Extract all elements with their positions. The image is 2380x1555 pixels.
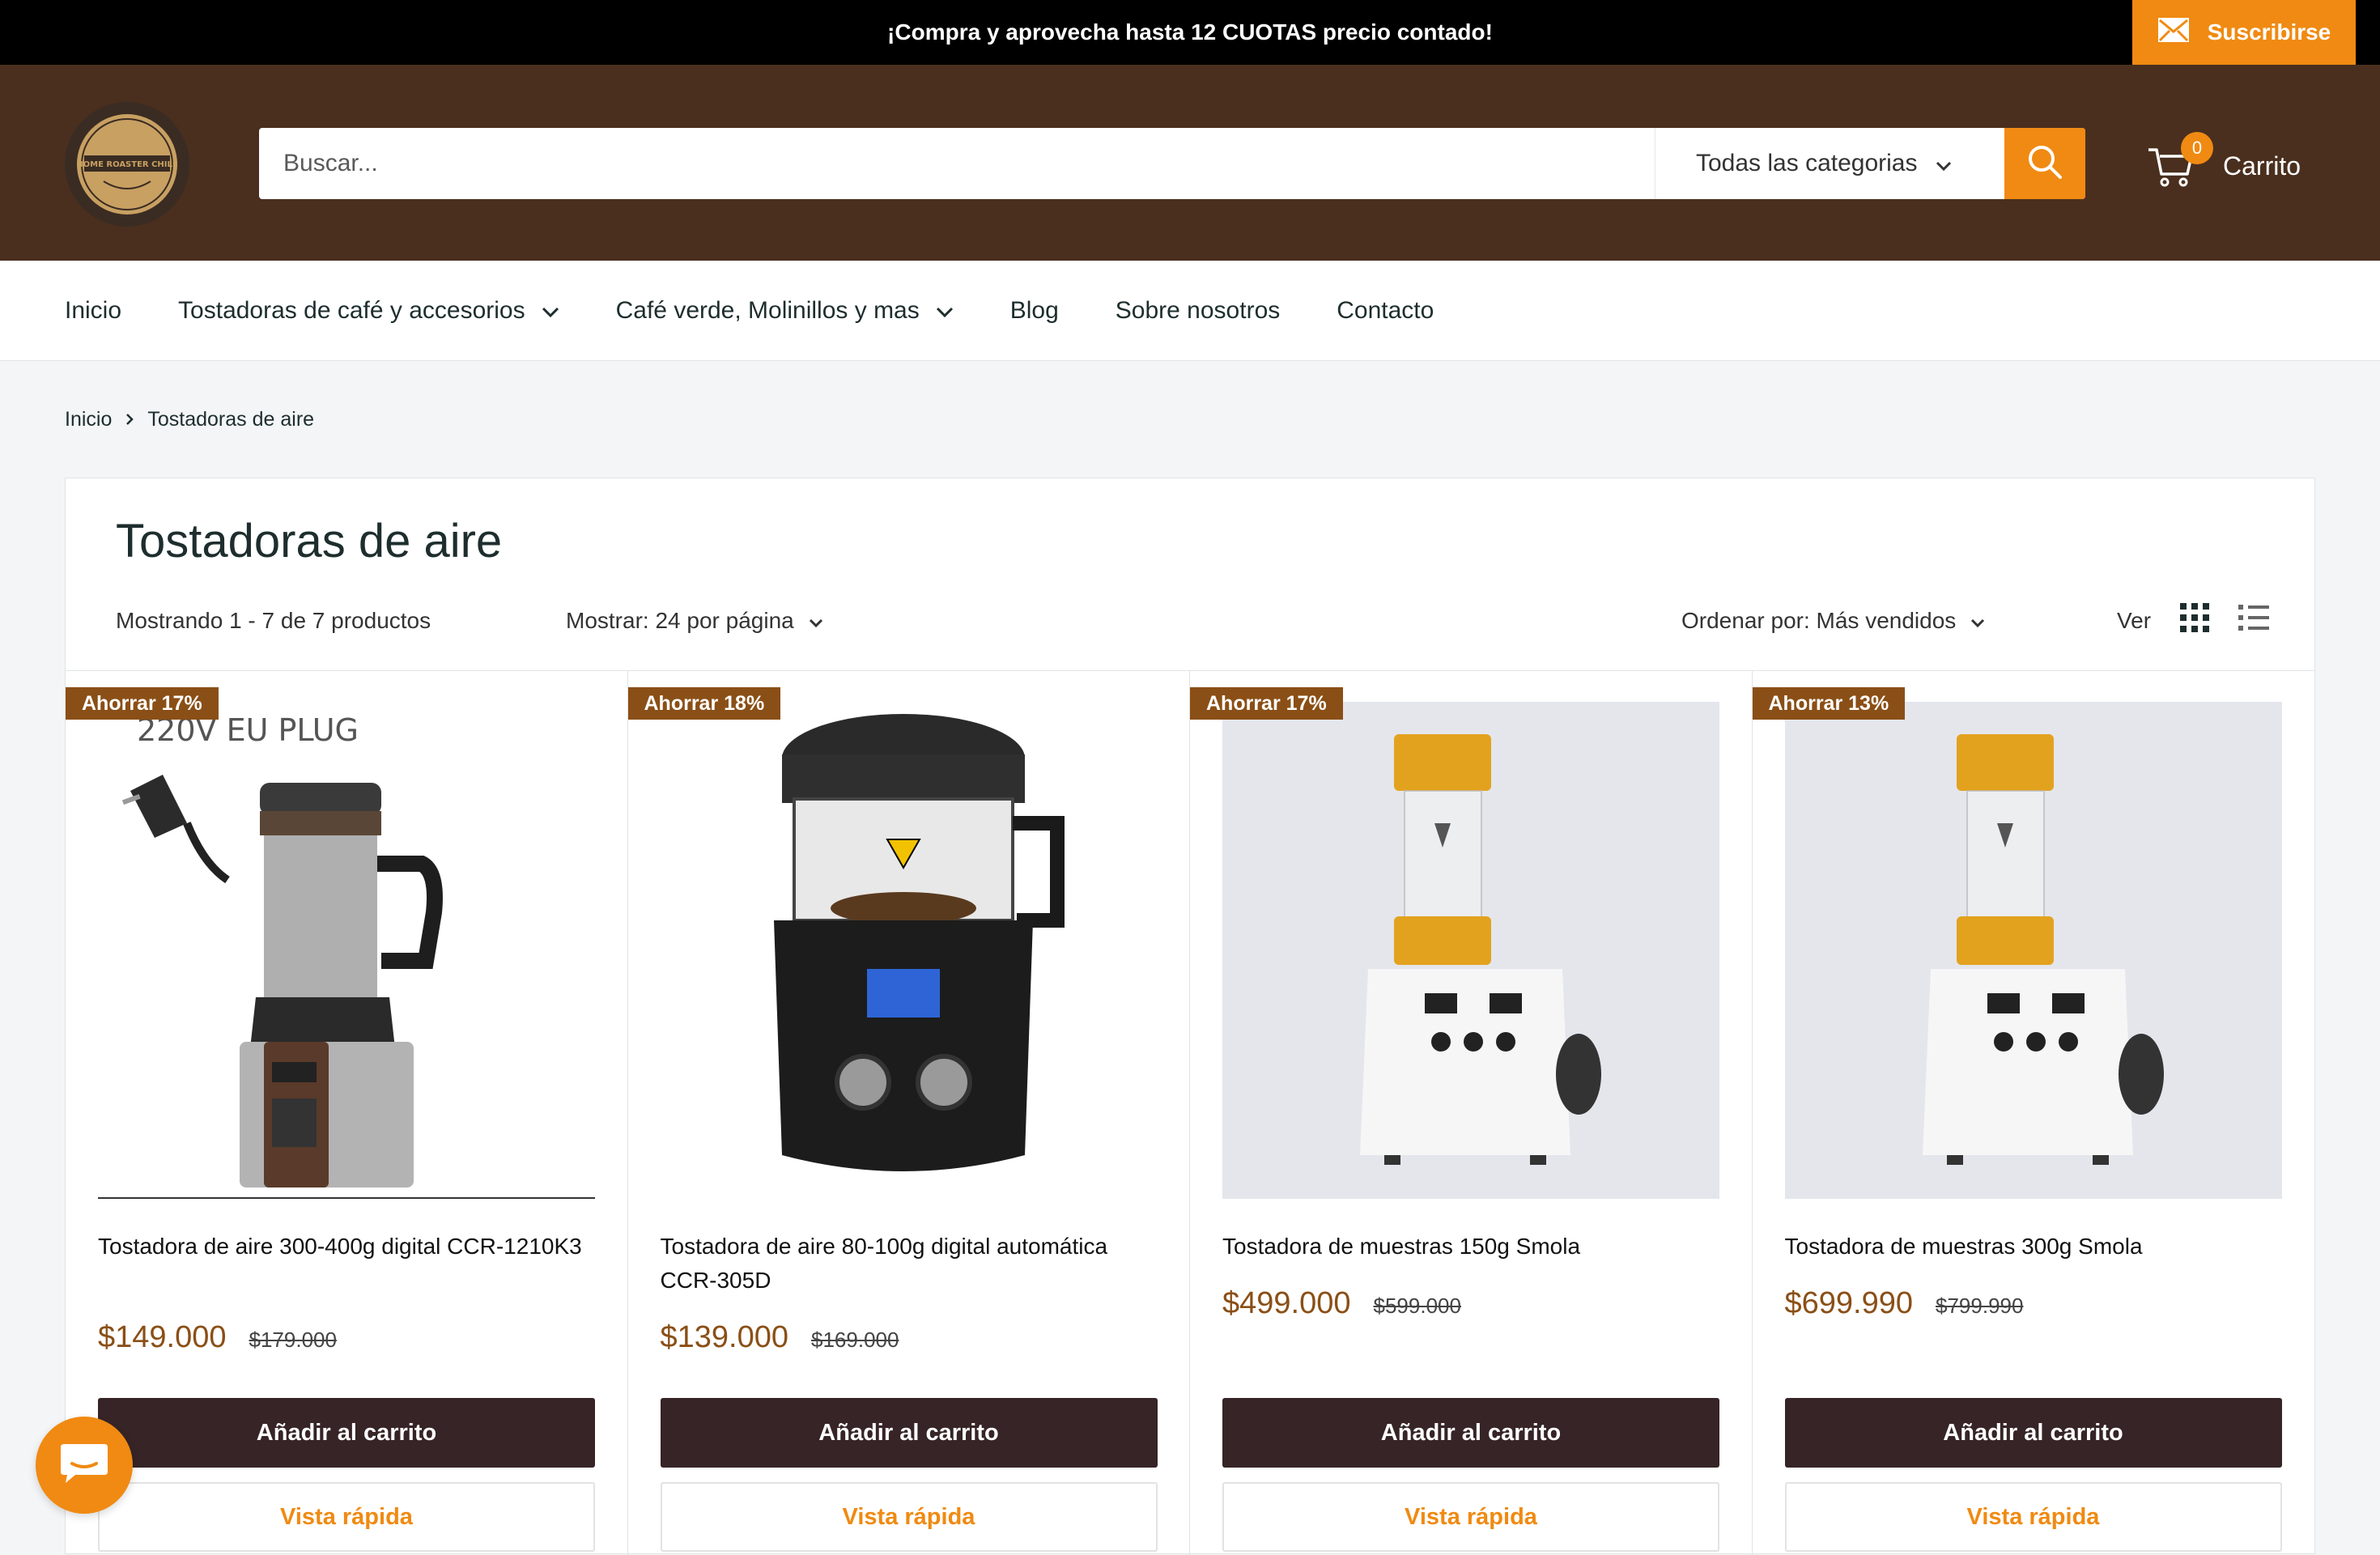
search-icon [2027, 144, 2063, 184]
discount-badge: Ahorrar 17% [1190, 687, 1343, 720]
nav-item-sobre-nosotros[interactable]: Sobre nosotros [1116, 297, 1280, 325]
cart-icon-wrap: 0 [2147, 132, 2213, 193]
search-bar: Todas las categorias [259, 128, 2085, 199]
product-image[interactable] [1784, 702, 2282, 1199]
nav-item-cafe-verde[interactable]: Café verde, Molinillos y mas [616, 297, 954, 325]
nav-item-label: Inicio [65, 297, 122, 324]
nav-item-label: Tostadoras de café y accesorios [178, 297, 525, 324]
product-image[interactable] [1222, 702, 1719, 1199]
product-title[interactable]: Tostadora de muestras 150g Smola [1222, 1230, 1719, 1264]
product-count: Mostrando 1 - 7 de 7 productos [116, 608, 431, 633]
product-title[interactable]: Tostadora de aire 300-400g digital CCR-1… [98, 1230, 595, 1264]
product-image[interactable]: 220V EU PLUG [98, 702, 595, 1199]
product-price: $149.000 [98, 1320, 227, 1354]
product-price: $139.000 [660, 1320, 789, 1354]
subscribe-button[interactable]: Suscribirse [2132, 0, 2356, 65]
add-to-cart-button[interactable]: Añadir al carrito [660, 1398, 1158, 1468]
per-page-label: Mostrar: 24 por página [566, 608, 794, 633]
nav-item-label: Blog [1009, 297, 1059, 324]
collection-header: Tostadoras de aire Mostrando 1 - 7 de 7 … [66, 478, 2314, 671]
price-row: $699.990 $799.990 [1785, 1286, 2024, 1321]
quick-view-button[interactable]: Vista rápida [98, 1482, 595, 1552]
chat-icon [59, 1441, 109, 1490]
product-grid: Ahorrar 17% 220V EU PLUG Tostadora de ai… [66, 671, 2314, 1555]
add-to-cart-button[interactable]: Añadir al carrito [98, 1398, 595, 1468]
nav-item-blog[interactable]: Blog [1010, 297, 1059, 325]
sort-select[interactable]: Ordenar por: Más vendidos [1681, 608, 1985, 634]
store-logo[interactable]: HOME ROASTER CHILE [63, 100, 191, 228]
grid-view-icon[interactable] [2180, 603, 2210, 638]
breadcrumb: Inicio Tostadoras de aire [65, 405, 314, 434]
announcement-text: ¡Compra y aprovecha hasta 12 CUOTAS prec… [887, 19, 1493, 45]
nav-item-label: Contacto [1337, 297, 1434, 324]
product-title[interactable]: Tostadora de muestras 300g Smola [1785, 1230, 2282, 1264]
logo-text: HOME ROASTER CHILE [76, 160, 178, 169]
product-card: Ahorrar 13% Tostadora de muestras 300g S… [1752, 671, 2315, 1555]
mail-icon [2157, 17, 2190, 49]
product-card: Ahorrar 17% 220V EU PLUG Tostadora de ai… [66, 671, 628, 1555]
nav-item-contacto[interactable]: Contacto [1337, 297, 1434, 325]
announcement-bar: ¡Compra y aprovecha hasta 12 CUOTAS prec… [0, 0, 2380, 65]
compare-price: $599.000 [1373, 1294, 1461, 1318]
sort-label: Ordenar por: Más vendidos [1681, 608, 1957, 633]
view-toggle: Ver [2117, 603, 2270, 638]
chevron-down-icon [809, 608, 823, 634]
breadcrumb-home-link[interactable]: Inicio [65, 408, 112, 431]
compare-price: $179.000 [249, 1328, 337, 1352]
search-button[interactable] [2004, 128, 2085, 199]
chevron-down-icon [1936, 150, 1952, 177]
chevron-down-icon [542, 297, 559, 325]
quick-view-button[interactable]: Vista rápida [660, 1482, 1158, 1552]
cart-icon [2147, 148, 2195, 193]
nav-item-label: Café verde, Molinillos y mas [615, 297, 920, 324]
collection-panel: Tostadoras de aire Mostrando 1 - 7 de 7 … [65, 478, 2315, 1555]
chevron-down-icon [936, 297, 954, 325]
cart-count-badge: 0 [2181, 132, 2213, 164]
product-price: $499.000 [1222, 1286, 1351, 1320]
cart-label: Carrito [2223, 151, 2301, 181]
category-label: Todas las categorias [1696, 150, 1918, 176]
view-label: Ver [2117, 607, 2152, 633]
price-row: $139.000 $169.000 [661, 1320, 899, 1355]
breadcrumb-current: Tostadoras de aire [147, 407, 315, 431]
search-input[interactable] [283, 128, 1579, 199]
product-price: $699.990 [1784, 1286, 1914, 1320]
price-row: $149.000 $179.000 [98, 1320, 337, 1355]
per-page-select[interactable]: Mostrar: 24 por página [566, 608, 823, 634]
product-title[interactable]: Tostadora de aire 80-100g digital automá… [661, 1230, 1158, 1298]
nav-item-inicio[interactable]: Inicio [65, 297, 121, 325]
category-select[interactable]: Todas las categorias [1655, 128, 2004, 199]
chevron-right-icon [125, 408, 134, 431]
price-row: $499.000 $599.000 [1222, 1286, 1461, 1321]
main-nav: Inicio Tostadoras de café y accesorios C… [0, 261, 2380, 361]
discount-badge: Ahorrar 18% [627, 687, 781, 720]
page-title: Tostadoras de aire [116, 515, 503, 567]
add-to-cart-button[interactable]: Añadir al carrito [1784, 1398, 2282, 1468]
product-image[interactable] [660, 702, 1158, 1199]
chat-button[interactable] [36, 1417, 133, 1514]
compare-price: $169.000 [811, 1328, 899, 1352]
nav-item-tostadoras[interactable]: Tostadoras de café y accesorios [178, 297, 559, 325]
compare-price: $799.990 [1936, 1294, 2024, 1318]
cart-link[interactable]: 0 Carrito [2147, 132, 2301, 194]
add-to-cart-button[interactable]: Añadir al carrito [1222, 1398, 1719, 1468]
product-card: Ahorrar 17% Tostadora de muestras 150g S… [1190, 671, 1753, 1555]
list-view-icon[interactable] [2238, 603, 2270, 638]
product-card: Ahorrar 18% Tostadora de aire 80-100g di… [627, 671, 1190, 1555]
discount-badge: Ahorrar 13% [1752, 687, 1906, 720]
quick-view-button[interactable]: Vista rápida [1784, 1482, 2282, 1552]
chevron-down-icon [1970, 608, 1985, 634]
nav-item-label: Sobre nosotros [1115, 297, 1281, 324]
discount-badge: Ahorrar 17% [66, 687, 219, 720]
subscribe-label: Suscribirse [2207, 19, 2331, 45]
site-header: HOME ROASTER CHILE Todas las categorias … [0, 65, 2380, 261]
quick-view-button[interactable]: Vista rápida [1222, 1482, 1719, 1552]
